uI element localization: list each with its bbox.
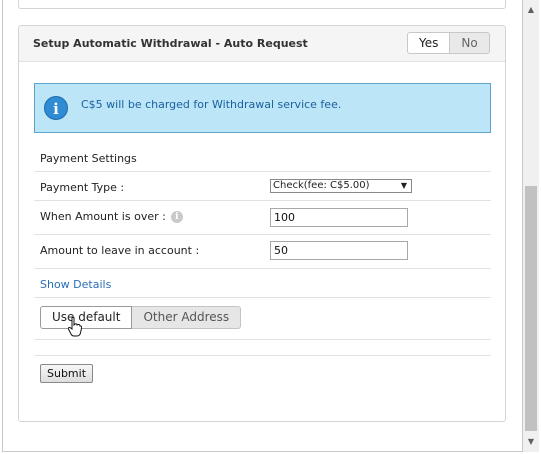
divider — [34, 268, 491, 269]
panel-header: Setup Automatic Withdrawal - Auto Reques… — [19, 26, 505, 62]
amount-over-label: When Amount is over :i — [40, 210, 183, 223]
help-icon[interactable]: i — [170, 211, 183, 223]
previous-panel-bottom — [18, 0, 506, 9]
amount-over-input[interactable] — [270, 208, 408, 227]
auto-request-toggle: Yes No — [407, 32, 490, 54]
divider — [34, 234, 491, 235]
amount-leave-input[interactable] — [270, 241, 408, 260]
payment-type-select[interactable]: Check(fee: C$5.00) ▼ — [270, 179, 412, 193]
submit-button[interactable]: Submit — [40, 364, 94, 383]
divider — [34, 171, 491, 172]
payment-settings-heading: Payment Settings — [40, 152, 137, 165]
scroll-down-arrow-icon[interactable]: ▼ — [523, 434, 539, 450]
scrollbar-thumb[interactable] — [525, 186, 537, 431]
use-default-button[interactable]: Use default — [40, 306, 133, 329]
divider — [34, 355, 491, 356]
auto-withdrawal-panel: Setup Automatic Withdrawal - Auto Reques… — [18, 25, 506, 422]
other-address-button[interactable]: Other Address — [132, 306, 242, 329]
dropdown-arrow-icon: ▼ — [400, 181, 407, 190]
info-icon: i — [44, 96, 68, 120]
scroll-up-arrow-icon[interactable]: ▲ — [523, 2, 539, 18]
toggle-yes-button[interactable]: Yes — [407, 32, 451, 54]
toggle-no-button[interactable]: No — [450, 32, 490, 54]
panel-title: Setup Automatic Withdrawal - Auto Reques… — [33, 37, 308, 50]
payment-type-value: Check(fee: C$5.00) — [273, 180, 370, 191]
fee-info-box: i C$5 will be charged for Withdrawal ser… — [34, 83, 491, 133]
divider — [34, 297, 491, 298]
hand-cursor-icon — [68, 317, 82, 337]
divider — [34, 200, 491, 201]
payment-type-label: Payment Type : — [40, 181, 125, 194]
fee-info-message: C$5 will be charged for Withdrawal servi… — [81, 98, 342, 111]
divider — [34, 339, 491, 340]
show-details-link[interactable]: Show Details — [40, 278, 111, 291]
vertical-scrollbar[interactable]: ▲ ▼ — [523, 0, 539, 452]
amount-leave-label: Amount to leave in account : — [40, 244, 200, 257]
